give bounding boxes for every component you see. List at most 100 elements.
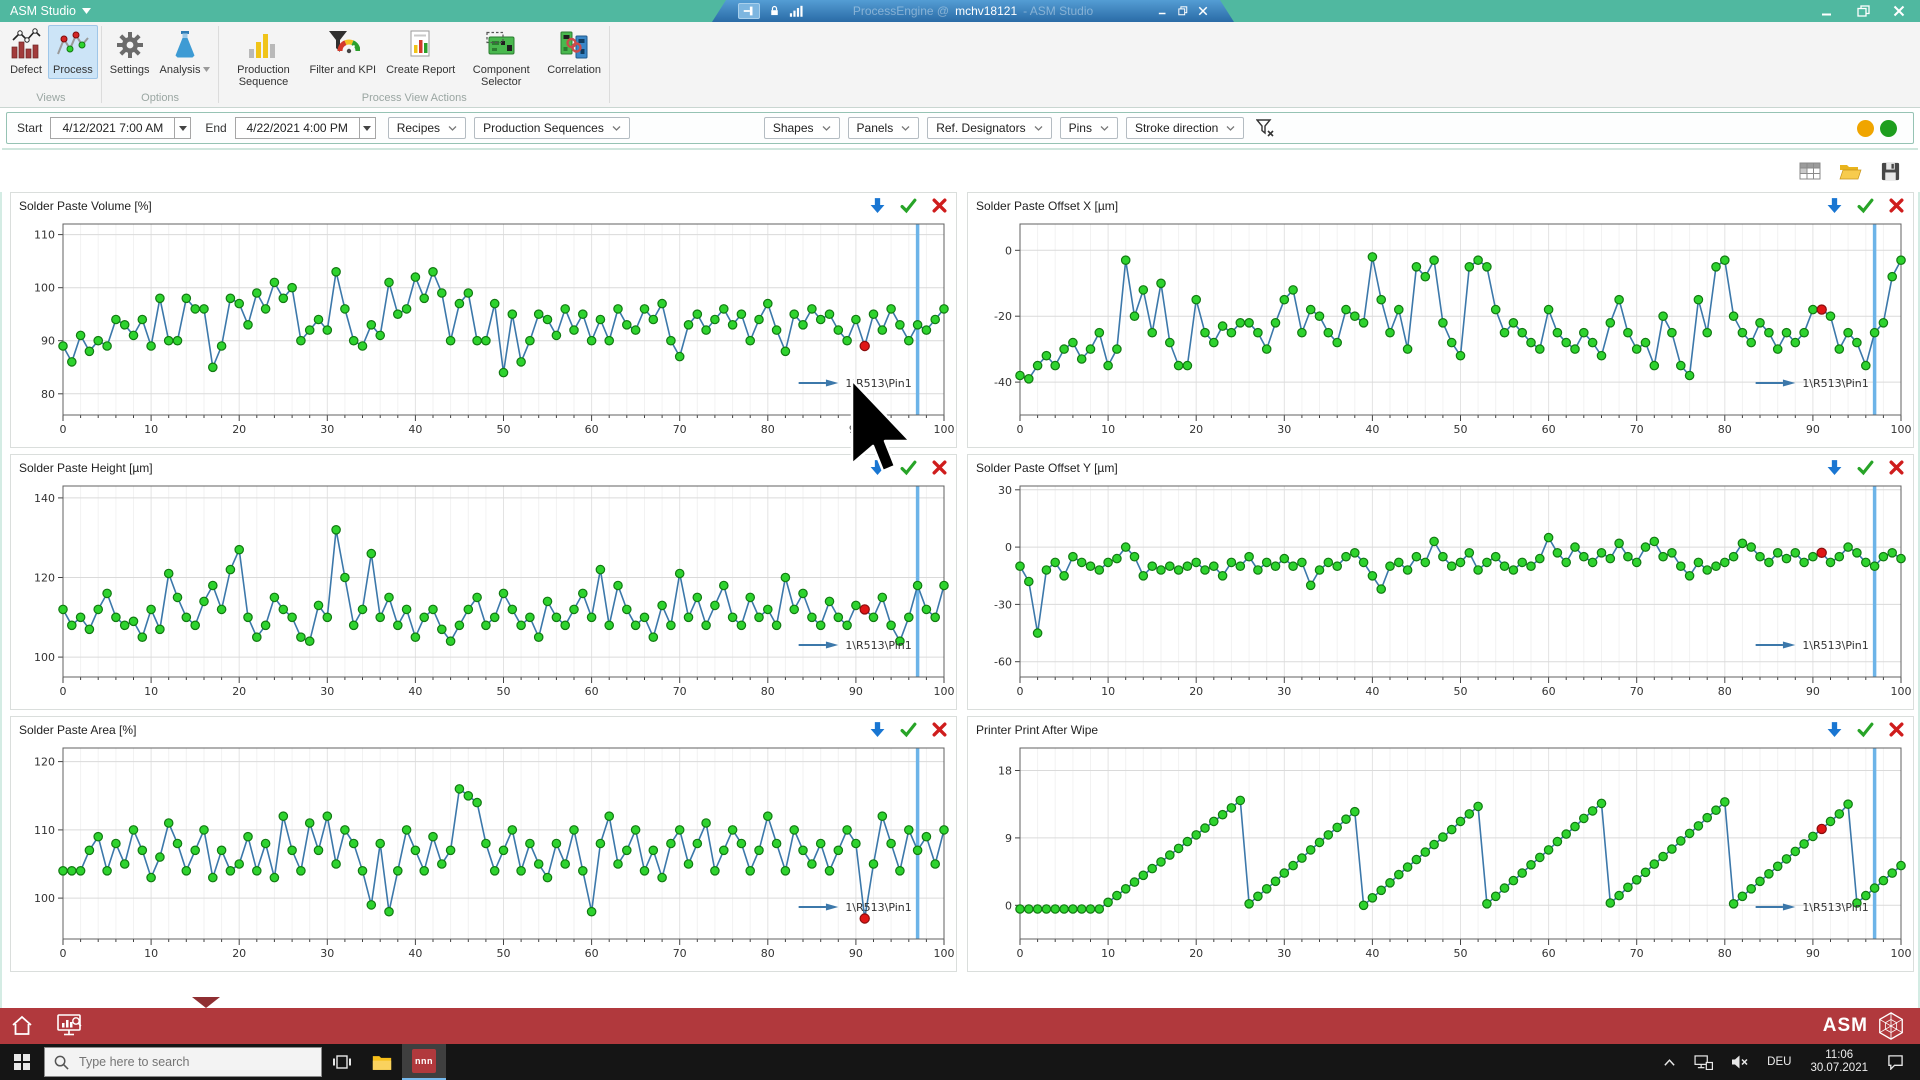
status-orange-indicator[interactable] [1857,119,1874,137]
svg-text:60: 60 [1542,423,1556,436]
end-date-value[interactable]: 4/22/2021 4:00 PM [234,117,359,139]
check-icon[interactable] [900,197,917,214]
asm-app-taskbar-button[interactable]: nnn [402,1044,446,1080]
window-minimize-button[interactable] [1816,2,1838,20]
chart-plot-solder-paste-offset-y[interactable]: -60 -30 0 30 0 10 20 30 40 50 60 70 80 90 100 1\R513\Pi… [968,480,1913,709]
clear-filter-button[interactable] [1252,117,1278,139]
monitor-chart-icon [57,1014,82,1036]
floating-window-tab[interactable]: ProcessEngine @ mchv18121 - ASM Studio [712,0,1234,22]
tab-close-icon[interactable] [1198,6,1208,16]
stroke-direction-dropdown-label: Stroke direction [1134,121,1219,135]
filter-bar: Start 4/12/2021 7:00 AM End 4/22/2021 4:… [6,112,1914,144]
grid-layout-button[interactable] [1798,159,1822,183]
windows-logo-icon [14,1054,30,1070]
tray-chevron-up-icon[interactable] [1656,1044,1683,1080]
panels-dropdown[interactable]: Panels [847,117,920,139]
volume-muted-icon[interactable] [1724,1044,1756,1080]
check-icon[interactable] [1857,721,1874,738]
task-view-button[interactable] [322,1044,362,1080]
start-date-dropdown-icon[interactable] [174,117,192,139]
arrow-down-icon[interactable] [1826,459,1843,476]
svg-text:90: 90 [1806,947,1820,960]
svg-text:30: 30 [320,423,334,436]
action-center-button[interactable] [1880,1044,1911,1080]
shapes-dropdown[interactable]: Shapes [763,117,840,139]
stroke-direction-dropdown[interactable]: Stroke direction [1125,117,1245,139]
svg-text:-20: -20 [994,310,1012,323]
svg-text:1\R513\Pin1: 1\R513\Pin1 [1802,377,1868,390]
svg-text:40: 40 [408,685,422,698]
arrow-down-icon[interactable] [869,721,886,738]
close-icon[interactable] [931,459,948,476]
search-input[interactable] [44,1047,322,1077]
filter-and-kpi-button[interactable]: Filter and KPI [304,25,381,79]
process-view-button[interactable]: Process [48,25,98,79]
chart-panel-solder-paste-offset-x: Solder Paste Offset X [µm] -40 -20 0 0 10 20 3… [967,192,1914,448]
language-indicator[interactable]: DEU [1760,1044,1798,1080]
status-green-indicator[interactable] [1880,119,1897,137]
home-button[interactable] [10,1014,34,1038]
close-icon[interactable] [931,721,948,738]
clock-date: 30.07.2021 [1810,1062,1868,1074]
start-button[interactable] [0,1044,44,1080]
analysis-button[interactable]: Analysis [155,25,216,79]
tab-minimize-icon[interactable] [1158,6,1168,16]
save-button[interactable] [1878,159,1902,183]
chart-panel-solder-paste-volume: Solder Paste Volume [%] 80 90 100 110 0 10 20 3… [10,192,957,448]
file-explorer-button[interactable] [362,1044,402,1080]
lock-icon [768,4,781,18]
create-report-label: Create Report [386,64,456,76]
production-sequences-dropdown[interactable]: Production Sequences [474,117,630,139]
process-monitor-button[interactable] [56,1013,84,1039]
arrow-down-icon[interactable] [1826,197,1843,214]
open-button[interactable] [1838,159,1862,183]
tab-restore-icon[interactable] [1178,6,1188,16]
close-icon[interactable] [1888,721,1905,738]
start-date-picker[interactable]: 4/12/2021 7:00 AM [50,117,192,139]
chart-plot-printer-print-after-wipe[interactable]: 0 9 18 0 10 20 30 40 50 60 70 80 90 100 1\R513\Pin1 [968,742,1913,971]
pin-icon[interactable] [738,3,760,19]
taskbar-clock[interactable]: 11:06 30.07.2021 [1802,1049,1876,1075]
settings-button[interactable]: Settings [105,25,155,79]
chart-plot-solder-paste-offset-x[interactable]: -40 -20 0 0 10 20 30 40 50 60 70 80 90 100 1\R513\Pin1 [968,218,1913,447]
component-selector-label: Component Selector [472,64,530,88]
svg-text:70: 70 [1630,685,1644,698]
start-date-value[interactable]: 4/12/2021 7:00 AM [50,117,175,139]
app-menu-label: ASM Studio [10,4,77,18]
window-restore-button[interactable] [1852,2,1874,20]
defect-view-button[interactable]: Defect [4,25,48,79]
defect-chart-icon [11,28,41,59]
close-icon[interactable] [1888,459,1905,476]
component-selector-icon [486,31,515,55]
check-icon[interactable] [1857,197,1874,214]
chart-plot-solder-paste-volume[interactable]: 80 90 100 110 0 10 20 30 40 50 60 70 80 90 100 1\R513\P… [11,218,956,447]
create-report-button[interactable]: Create Report [381,25,460,79]
svg-text:70: 70 [1630,423,1644,436]
arrow-down-icon[interactable] [869,197,886,214]
chart-plot-solder-paste-area[interactable]: 100 110 120 0 10 20 30 40 50 60 70 80 90 100 1\R513\Pi… [11,742,956,971]
production-sequence-button[interactable]: Production Sequence [222,25,304,91]
recipes-dropdown[interactable]: Recipes [387,117,467,139]
taskbar-search[interactable] [44,1044,322,1080]
app-menu-button[interactable]: ASM Studio [0,4,99,18]
check-icon[interactable] [1857,459,1874,476]
close-icon[interactable] [931,197,948,214]
close-icon[interactable] [1888,197,1905,214]
svg-text:100: 100 [934,685,955,698]
end-date-dropdown-icon[interactable] [358,117,376,139]
svg-text:0: 0 [1017,947,1024,960]
ref-designators-dropdown[interactable]: Ref. Designators [927,117,1052,139]
component-selector-button[interactable]: Component Selector [460,25,542,91]
arrow-down-icon[interactable] [1826,721,1843,738]
chevron-down-icon [448,125,457,131]
end-date-picker[interactable]: 4/22/2021 4:00 PM [234,117,376,139]
chart-plot-solder-paste-height[interactable]: 100 120 140 0 10 20 30 40 50 60 70 80 90 100 1\R513\Pi… [11,480,956,709]
pins-dropdown[interactable]: Pins [1059,117,1118,139]
check-icon[interactable] [900,459,917,476]
arrow-down-icon[interactable] [869,459,886,476]
window-close-button[interactable] [1888,2,1910,20]
correlation-button[interactable]: Correlation [542,25,606,79]
check-icon[interactable] [900,721,917,738]
ghost-title-left: ProcessEngine @ [852,4,950,18]
network-icon[interactable] [1687,1044,1720,1080]
